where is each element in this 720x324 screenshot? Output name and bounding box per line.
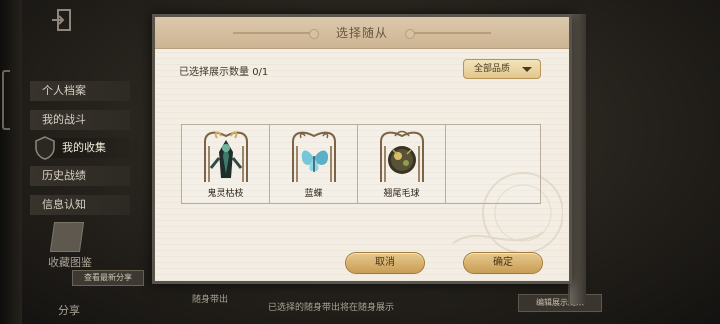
left-edge-bar bbox=[0, 0, 22, 324]
title-ornament-right bbox=[405, 29, 491, 39]
bg-menu-item-battles[interactable]: 我的战斗 bbox=[30, 110, 130, 130]
companion-name: 翘尾毛球 bbox=[383, 189, 420, 199]
bg-share-caption: 分享 bbox=[58, 304, 80, 317]
bg-edit-button[interactable]: 编辑展示随从 bbox=[518, 294, 602, 312]
selected-count-value: 0/1 bbox=[252, 67, 269, 78]
chevron-down-icon bbox=[522, 67, 532, 72]
ghost-branch-icon bbox=[204, 131, 248, 182]
bg-menu-item-cognition[interactable]: 信息认知 bbox=[30, 195, 130, 215]
title-ornament-left bbox=[233, 29, 319, 39]
blue-butterfly-icon bbox=[292, 131, 336, 182]
companion-name: 蓝蝶 bbox=[304, 189, 323, 199]
selected-count-label: 已选择展示数量 bbox=[179, 67, 249, 78]
exit-door-icon[interactable] bbox=[50, 8, 76, 32]
companion-name: 鬼灵枯枝 bbox=[207, 189, 244, 199]
quality-filter-dropdown[interactable]: 全部品质 bbox=[463, 59, 541, 79]
confirm-button[interactable]: 确定 bbox=[463, 252, 543, 274]
cancel-button[interactable]: 取消 bbox=[345, 252, 425, 274]
fluffy-ball-icon bbox=[380, 130, 424, 182]
bg-footer-hint-left: 随身带出 bbox=[192, 295, 229, 305]
dialog-title: 选择随从 bbox=[335, 26, 388, 40]
decorative-flourish bbox=[452, 172, 563, 254]
bg-footer-hint-center: 已选择的随身带出将在随身展示 bbox=[268, 303, 395, 313]
edge-bracket-icon bbox=[2, 70, 10, 130]
bg-share-button[interactable]: 查看最新分享 bbox=[72, 270, 144, 286]
collection-card-icon bbox=[49, 222, 85, 252]
companion-slot[interactable]: 蓝蝶 bbox=[270, 125, 358, 203]
quality-filter-value: 全部品质 bbox=[474, 64, 511, 74]
companion-slot[interactable]: 鬼灵枯枝 bbox=[182, 125, 270, 203]
bg-menu-item-history[interactable]: 历史战绩 bbox=[30, 166, 130, 186]
selected-count: 已选择展示数量 0/1 bbox=[179, 63, 268, 78]
bg-card-label: 收藏图鉴 bbox=[48, 256, 92, 269]
dialog-title-bar: 选择随从 bbox=[155, 17, 569, 49]
shield-icon bbox=[35, 136, 55, 160]
select-companion-dialog: 选择随从 已选择展示数量 0/1 全部品质 鬼灵枯枝 蓝蝶 翘尾毛球 取消 确定 bbox=[152, 14, 572, 284]
bg-menu-item-profile[interactable]: 个人档案 bbox=[30, 81, 130, 101]
game-screen: 个人档案 我的战斗 我的收集 历史战绩 信息认知 收藏图鉴 查看最新分享 分享 … bbox=[0, 0, 720, 324]
